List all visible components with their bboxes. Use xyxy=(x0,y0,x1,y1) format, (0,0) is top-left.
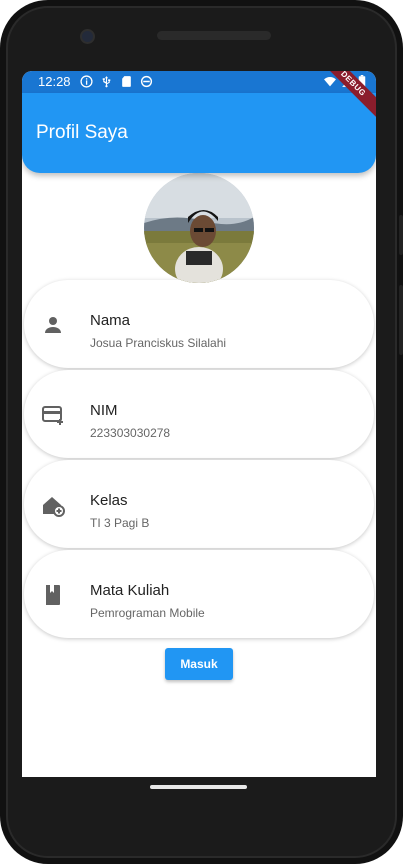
status-time: 12:28 xyxy=(38,74,71,89)
card-title: Kelas xyxy=(90,492,128,509)
card-value: Pemrograman Mobile xyxy=(90,606,205,620)
card-value: TI 3 Pagi B xyxy=(90,516,150,530)
volume-button xyxy=(399,215,403,255)
status-notification-icons xyxy=(80,75,153,88)
card-value: Josua Pranciskus Silalahi xyxy=(90,336,227,350)
profile-avatar xyxy=(144,173,254,283)
profile-card-nama: Nama Josua Pranciskus Silalahi xyxy=(24,280,374,368)
info-icon xyxy=(80,75,93,88)
sync-icon xyxy=(140,75,153,88)
profile-card-mata-kuliah: Mata Kuliah Pemrograman Mobile xyxy=(24,550,374,638)
masuk-button[interactable]: Masuk xyxy=(165,648,233,680)
book-icon xyxy=(46,585,60,605)
profile-card-nim: NIM 223303030278 xyxy=(24,370,374,458)
card-value: 223303030278 xyxy=(90,426,171,440)
credit-card-icon xyxy=(42,406,63,425)
card-title: Nama xyxy=(90,312,131,329)
front-camera xyxy=(80,29,95,44)
add-home-icon xyxy=(43,497,65,517)
profile-card-kelas: Kelas TI 3 Pagi B xyxy=(24,460,374,548)
page-title: Profil Saya xyxy=(36,122,128,143)
power-button xyxy=(399,285,403,355)
status-bar: 12:28 xyxy=(22,71,376,93)
card-title: NIM xyxy=(90,402,118,419)
sd-card-icon xyxy=(122,76,131,87)
wifi-icon xyxy=(324,76,336,87)
usb-icon xyxy=(102,76,111,88)
phone-frame: 12:28 Profil Saya DEBUG Nama Josua Pranc… xyxy=(0,0,403,864)
card-title: Mata Kuliah xyxy=(90,582,170,599)
home-gesture-bar[interactable] xyxy=(150,785,247,789)
earpiece-speaker xyxy=(157,31,271,40)
app-bar: Profil Saya xyxy=(22,93,376,173)
person-icon xyxy=(45,317,61,333)
app-screen: 12:28 Profil Saya DEBUG Nama Josua Pranc… xyxy=(22,71,376,777)
